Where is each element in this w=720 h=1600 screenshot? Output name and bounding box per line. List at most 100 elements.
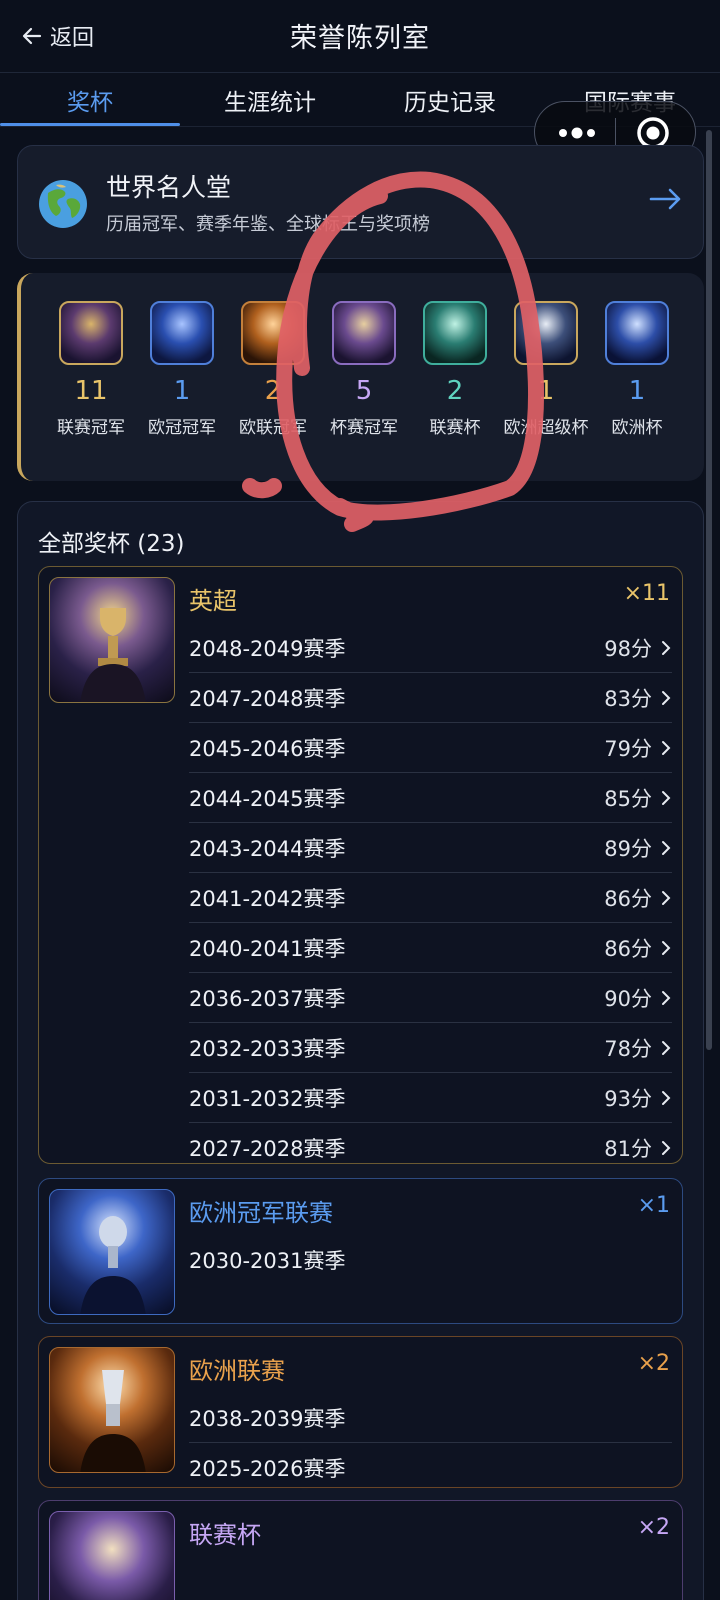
- season-row[interactable]: 2044-2045赛季 85分: [189, 773, 672, 823]
- chevron-right-icon: [662, 1040, 671, 1055]
- season-label: 2043-2044赛季: [189, 836, 346, 861]
- summary-item-cup[interactable]: 5 杯赛冠军: [320, 301, 408, 438]
- trophy-thumbnail: [59, 301, 123, 365]
- tab-history[interactable]: 历史记录: [360, 73, 540, 127]
- chevron-right-icon: [662, 840, 671, 855]
- hall-of-fame-card[interactable]: 世界名人堂 历届冠军、赛季年鉴、全球标王与奖项榜: [17, 145, 704, 259]
- season-row[interactable]: 2032-2033赛季 78分: [189, 1023, 672, 1073]
- summary-item-league-cup[interactable]: 2 联赛杯: [411, 301, 499, 438]
- trophy-thumbnail: [241, 301, 305, 365]
- trophy-image: [49, 1511, 175, 1600]
- globe-icon: [39, 180, 87, 228]
- scrollbar[interactable]: [706, 130, 712, 1050]
- season-label: 2047-2048赛季: [189, 686, 346, 711]
- summary-label: 联赛冠军: [57, 418, 125, 438]
- season-label: 2032-2033赛季: [189, 1036, 346, 1061]
- season-row[interactable]: 2027-2028赛季 81分: [189, 1123, 672, 1173]
- trophy-image: [49, 1347, 175, 1473]
- summary-label: 欧冠冠军: [148, 418, 216, 438]
- chevron-right-icon: [662, 1141, 671, 1155]
- summary-item-league[interactable]: 11 联赛冠军: [47, 301, 135, 438]
- all-trophies-title: 全部奖杯 (23): [38, 531, 185, 557]
- trophy-icon: [80, 1216, 146, 1314]
- summary-count: 2: [264, 376, 282, 406]
- trophy-card-europa-league: 欧洲联赛 ×2 2038-2039赛季 2025-2026赛季: [38, 1336, 683, 1488]
- season-row[interactable]: 2030-2031赛季: [189, 1235, 672, 1285]
- trophy-thumbnail: [514, 301, 578, 365]
- chevron-right-icon: [662, 1090, 671, 1105]
- season-label: 2040-2041赛季: [189, 936, 346, 961]
- season-label: 2045-2046赛季: [189, 736, 346, 761]
- trophy-name: 英超: [189, 587, 237, 615]
- trophy-summary: 11 联赛冠军 1 欧冠冠军 2 欧联冠军 5 杯赛冠军 2 联赛杯 1 欧洲超…: [17, 273, 704, 481]
- season-label: 2031-2032赛季: [189, 1086, 346, 1111]
- season-score: 86分: [604, 936, 652, 961]
- tab-trophies[interactable]: 奖杯: [0, 73, 180, 127]
- season-score: 86分: [604, 886, 652, 911]
- trophy-count: ×1: [637, 1193, 670, 1218]
- hall-of-fame-subtitle: 历届冠军、赛季年鉴、全球标王与奖项榜: [106, 214, 430, 235]
- season-label: 2036-2037赛季: [189, 986, 346, 1011]
- trophy-name: 欧洲联赛: [189, 1357, 285, 1385]
- trophy-count: ×2: [637, 1351, 670, 1376]
- tab-career-stats[interactable]: 生涯统计: [180, 73, 360, 127]
- season-label: 2038-2039赛季: [189, 1406, 346, 1431]
- season-row[interactable]: 2048-2049赛季 98分: [189, 623, 672, 673]
- trophy-count: ×2: [637, 1515, 670, 1540]
- trophy-icon: [80, 1370, 146, 1472]
- chevron-right-icon: [662, 940, 671, 955]
- trophy-image: [49, 577, 175, 703]
- season-score: 83分: [604, 686, 652, 711]
- chevron-right-icon: [662, 690, 671, 705]
- summary-label: 联赛杯: [429, 418, 481, 438]
- season-label: 2048-2049赛季: [189, 636, 346, 661]
- summary-count: 1: [173, 376, 191, 406]
- trophy-name: 欧洲冠军联赛: [189, 1199, 333, 1227]
- season-row[interactable]: 2045-2046赛季 79分: [189, 723, 672, 773]
- summary-item-euro[interactable]: 1 欧洲杯: [593, 301, 681, 438]
- more-icon[interactable]: [549, 120, 605, 146]
- chevron-right-icon: [662, 990, 671, 1005]
- season-list: 2038-2039赛季 2025-2026赛季: [189, 1393, 672, 1493]
- season-row[interactable]: 2047-2048赛季 83分: [189, 673, 672, 723]
- season-score: 89分: [604, 836, 652, 861]
- summary-label: 欧洲超级杯: [503, 418, 589, 438]
- season-row[interactable]: 2025-2026赛季: [189, 1443, 672, 1493]
- arrow-right-icon: [649, 188, 681, 210]
- summary-count: 1: [628, 376, 646, 406]
- season-row[interactable]: 2036-2037赛季 90分: [189, 973, 672, 1023]
- summary-count: 1: [537, 376, 555, 406]
- season-score: 81分: [604, 1137, 652, 1161]
- summary-item-uel[interactable]: 2 欧联冠军: [229, 301, 317, 438]
- hall-of-fame-title: 世界名人堂: [106, 173, 232, 202]
- all-trophies-panel: 全部奖杯 (23) 英超 ×11 2048-2049赛季 98分 2047-204…: [17, 501, 704, 1600]
- summary-label: 欧洲杯: [611, 418, 663, 438]
- summary-count: 11: [74, 376, 108, 406]
- trophy-thumbnail: [150, 301, 214, 365]
- season-label: 2025-2026赛季: [189, 1457, 346, 1481]
- season-row[interactable]: 2038-2039赛季: [189, 1393, 672, 1443]
- season-row[interactable]: 2040-2041赛季 86分: [189, 923, 672, 973]
- season-score: 78分: [604, 1036, 652, 1061]
- capsule-divider: [615, 118, 616, 148]
- summary-label: 欧联冠军: [239, 418, 307, 438]
- season-label: 2044-2045赛季: [189, 786, 346, 811]
- summary-item-ucl[interactable]: 1 欧冠冠军: [138, 301, 226, 438]
- season-row[interactable]: 2041-2042赛季 86分: [189, 873, 672, 923]
- chevron-right-icon: [662, 640, 671, 655]
- trophy-thumbnail: [423, 301, 487, 365]
- top-bar: 返回 荣誉陈列室: [0, 0, 720, 72]
- summary-item-super-cup[interactable]: 1 欧洲超级杯: [502, 301, 590, 438]
- season-score: 98分: [604, 636, 652, 661]
- summary-label: 杯赛冠军: [330, 418, 398, 438]
- season-list: 2030-2031赛季: [189, 1235, 672, 1285]
- season-row[interactable]: 2031-2032赛季 93分: [189, 1073, 672, 1123]
- trophy-thumbnail: [332, 301, 396, 365]
- season-row[interactable]: 2043-2044赛季 89分: [189, 823, 672, 873]
- trophy-count: ×11: [623, 581, 670, 606]
- season-score: 90分: [604, 986, 652, 1011]
- trophy-icon: [80, 608, 146, 702]
- season-score: 85分: [604, 786, 652, 811]
- season-label: 2030-2031赛季: [189, 1249, 346, 1273]
- season-list: 2048-2049赛季 98分 2047-2048赛季 83分 2045-2046赛…: [189, 623, 672, 1173]
